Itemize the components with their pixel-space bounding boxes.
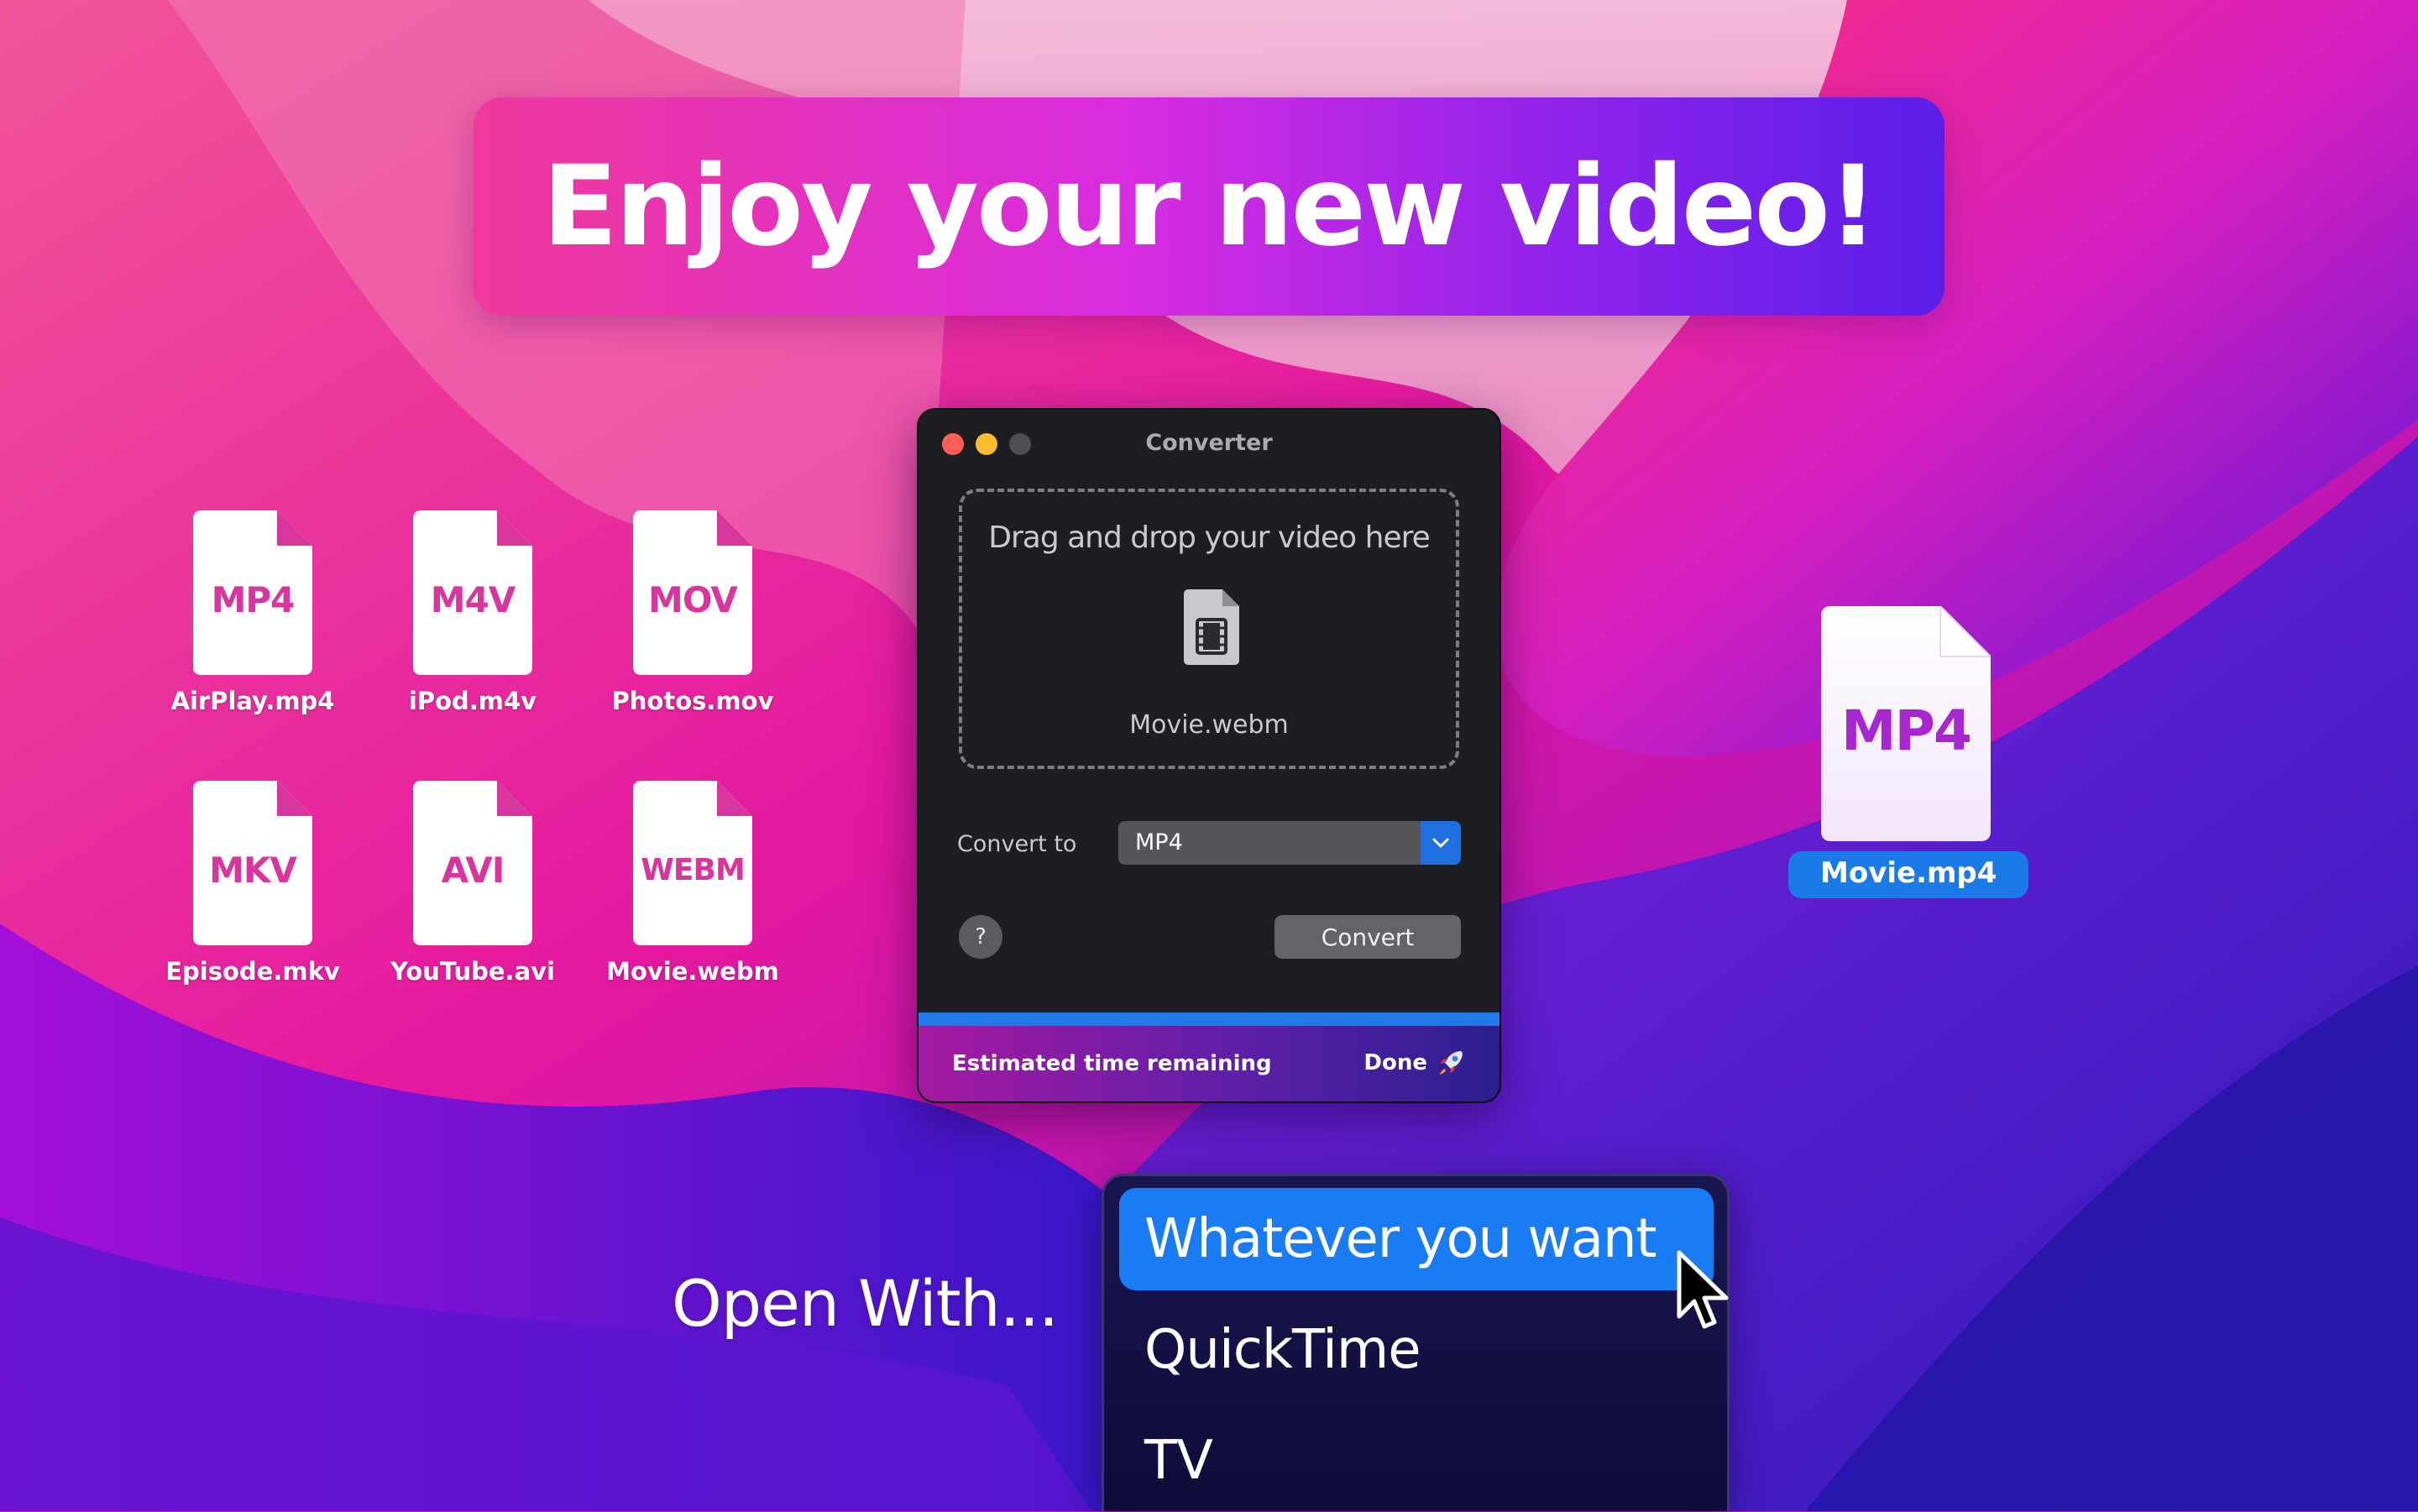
status-done: Done — [1363, 1048, 1466, 1078]
status-text: Estimated time remaining — [952, 1051, 1272, 1076]
open-with-menu: Whatever you want QuickTime TV — [1102, 1174, 1730, 1511]
film-document-icon — [1184, 589, 1239, 665]
file-icon-m4v[interactable]: M4V iPod.m4v — [347, 510, 599, 715]
file-icon-webm[interactable]: WEBM Movie.webm — [567, 781, 819, 986]
video-drop-zone[interactable]: Drag and drop your video here Movie.webm — [959, 489, 1459, 769]
convert-to-label: Convert to — [957, 831, 1077, 857]
status-bar: Estimated time remaining Done — [919, 1026, 1499, 1101]
output-file-name: Movie.mp4 — [1788, 851, 2029, 898]
file-extension: AVI — [441, 850, 505, 891]
headline-title: Enjoy your new video! — [542, 142, 1878, 271]
progress-bar — [919, 1012, 1499, 1026]
file-name: Movie.webm — [606, 957, 779, 986]
done-label: Done — [1363, 1050, 1427, 1075]
headline-banner: Enjoy your new video! — [474, 97, 1944, 316]
file-name: Episode.mkv — [165, 957, 340, 986]
file-icon-avi[interactable]: AVI YouTube.avi — [347, 781, 599, 986]
file-extension: MOV — [648, 579, 738, 620]
mouse-cursor-icon — [1677, 1250, 1729, 1329]
rocket-icon — [1440, 1051, 1463, 1075]
dropped-file-name: Movie.webm — [1129, 710, 1289, 740]
convert-button[interactable]: Convert — [1274, 915, 1461, 959]
format-select-value: MP4 — [1135, 829, 1183, 855]
file-name: AirPlay.mp4 — [170, 687, 335, 715]
window-title: Converter — [1145, 430, 1273, 456]
format-select[interactable]: MP4 — [1118, 821, 1461, 865]
file-extension: M4V — [430, 579, 516, 620]
drop-prompt: Drag and drop your video here — [988, 521, 1431, 555]
file-icon-mov[interactable]: MOV Photos.mov — [567, 510, 819, 715]
menu-item-quicktime[interactable]: QuickTime — [1119, 1299, 1714, 1401]
menu-item-tv[interactable]: TV — [1119, 1410, 1714, 1512]
chevron-down-icon[interactable] — [1421, 821, 1461, 865]
file-name: Photos.mov — [611, 687, 774, 715]
output-file-extension: MP4 — [1841, 698, 1972, 763]
output-file-icon[interactable]: MP4 Movie.mp4 — [1788, 606, 2029, 898]
file-name: iPod.m4v — [408, 687, 537, 715]
window-titlebar[interactable]: Converter — [919, 410, 1499, 477]
file-icon-mp4[interactable]: MP4 AirPlay.mp4 — [127, 510, 379, 715]
file-icon-mkv[interactable]: MKV Episode.mkv — [127, 781, 379, 986]
file-name: YouTube.avi — [390, 957, 555, 986]
file-extension: WEBM — [641, 853, 746, 887]
file-extension: MKV — [209, 850, 297, 891]
help-button[interactable]: ? — [959, 915, 1002, 959]
open-with-label: Open With... — [672, 1266, 1059, 1341]
file-extension: MP4 — [211, 579, 296, 620]
converter-window: Converter Drag and drop your video here … — [917, 408, 1501, 1103]
menu-item-whatever-you-want[interactable]: Whatever you want — [1119, 1188, 1714, 1290]
